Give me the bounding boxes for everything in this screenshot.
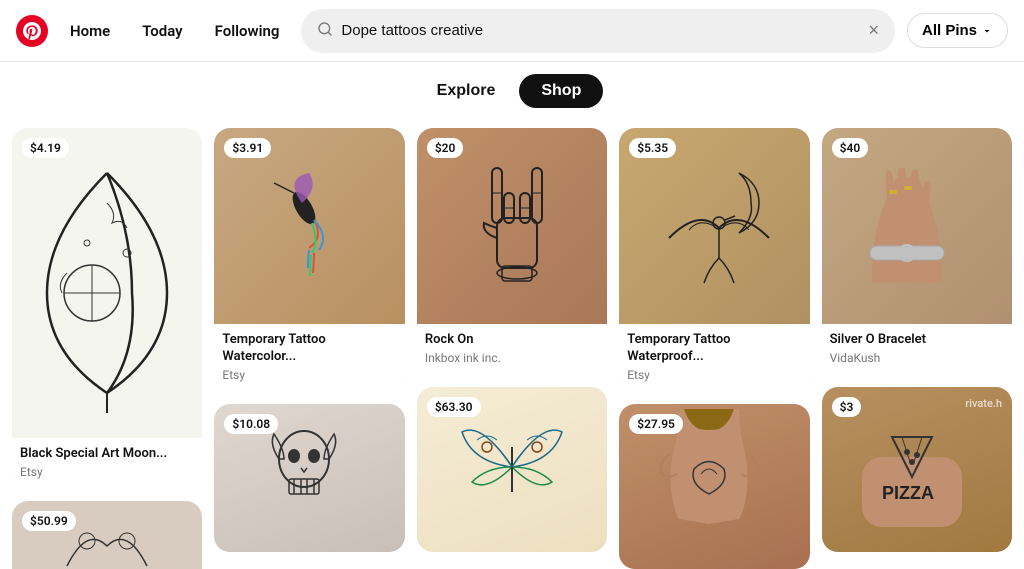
header: Home Today Following × All Pins [0, 0, 1024, 62]
all-pins-label: All Pins [922, 22, 977, 39]
pin-card-bottom-floral[interactable]: $50.99 [12, 501, 202, 569]
pin-info-hummingbird: Temporary Tattoo Watercolor... Etsy [214, 324, 404, 392]
svg-text:PIZZA: PIZZA [882, 483, 934, 503]
subnav: Explore Shop [0, 62, 1024, 120]
explore-button[interactable]: Explore [421, 74, 512, 108]
pin-card-hummingbird[interactable]: $3.91 Temporary Tattoo Watercolor... Ets… [214, 128, 404, 392]
masonry-col-0: $4.19 Black Special Art Moon... Etsy $50… [12, 128, 202, 569]
pin-title-bracelet: Silver O Bracelet [830, 332, 1004, 349]
pin-info-moon-art: Black Special Art Moon... Etsy [12, 438, 202, 489]
pin-info-bird-tattoo: Temporary Tattoo Waterproof... Etsy [619, 324, 809, 392]
pin-card-rockon[interactable]: $20 Rock On Inkbox ink inc. [417, 128, 607, 375]
clear-search-button[interactable]: × [868, 20, 879, 41]
nav-today[interactable]: Today [132, 14, 192, 48]
masonry-col-1: $3.91 Temporary Tattoo Watercolor... Ets… [214, 128, 404, 569]
pin-price-hummingbird: $3.91 [224, 138, 271, 158]
pin-source-hummingbird: Etsy [222, 368, 396, 382]
pin-card-bracelet[interactable]: $40 Silver O Bracelet VidaKush [822, 128, 1012, 375]
pin-price-bracelet: $40 [832, 138, 869, 158]
pin-source-moon-art: Etsy [20, 465, 194, 479]
search-bar: × [301, 9, 895, 53]
pin-card-bird-tattoo[interactable]: $5.35 Temporary Tattoo Waterproof... Ets… [619, 128, 809, 392]
nav-following[interactable]: Following [205, 14, 290, 48]
masonry-grid: $4.19 Black Special Art Moon... Etsy $50… [12, 128, 1012, 569]
pin-title-hummingbird: Temporary Tattoo Watercolor... [222, 332, 396, 366]
pinterest-logo[interactable] [16, 15, 48, 47]
pin-card-pizza[interactable]: PIZZA rivate.h $3 [822, 387, 1012, 552]
pin-info-bracelet: Silver O Bracelet VidaKush [822, 324, 1012, 375]
pin-price-rockon: $20 [427, 138, 464, 158]
pin-card-butterfly[interactable]: $63.30 [417, 387, 607, 552]
search-input[interactable] [341, 22, 860, 39]
pin-card-moon-art[interactable]: $4.19 Black Special Art Moon... Etsy [12, 128, 202, 489]
pin-card-skull[interactable]: $27.95 $10.08 [214, 404, 404, 552]
all-pins-button[interactable]: All Pins [907, 13, 1008, 48]
pin-info-rockon: Rock On Inkbox ink inc. [417, 324, 607, 375]
pin-source-bird-tattoo: Etsy [627, 368, 801, 382]
shop-button[interactable]: Shop [519, 74, 603, 108]
pin-source-rockon: Inkbox ink inc. [425, 351, 599, 365]
pin-card-back-model[interactable]: $27.95 [619, 404, 809, 569]
pin-title-bird-tattoo: Temporary Tattoo Waterproof... [627, 332, 801, 366]
masonry-col-4: $40 Silver O Bracelet VidaKush [822, 128, 1012, 569]
chevron-down-icon [981, 25, 993, 37]
nav-home[interactable]: Home [60, 14, 120, 48]
pin-price-moon-art: $4.19 [22, 138, 69, 158]
masonry-col-3: $5.35 Temporary Tattoo Waterproof... Ets… [619, 128, 809, 569]
pin-price-floral: $50.99 [22, 511, 76, 531]
masonry-col-2: $20 Rock On Inkbox ink inc. [417, 128, 607, 569]
pin-title-rockon: Rock On [425, 332, 599, 349]
pin-grid-container: $4.19 Black Special Art Moon... Etsy $50… [0, 120, 1024, 569]
search-icon [317, 21, 333, 41]
pin-title-moon-art: Black Special Art Moon... [20, 446, 194, 463]
pin-source-bracelet: VidaKush [830, 351, 1004, 365]
pin-price-bird-tattoo: $5.35 [629, 138, 676, 158]
